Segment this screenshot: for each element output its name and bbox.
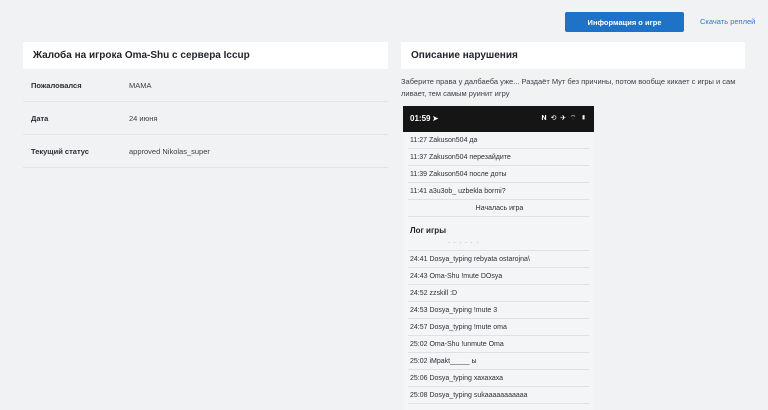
info-row-date: Дата 24 июня	[23, 102, 388, 135]
violation-description: Заберите права у далбаеба уже... Раздаёт…	[401, 77, 736, 98]
chat-message: 11:27 Zakuson504 да	[408, 132, 589, 149]
complaint-title: Жалоба на игрока Oma-Shu с сервера Iccup	[33, 50, 250, 61]
info-value: MAMA	[129, 81, 152, 90]
log-entry: 24:57 Dosya_typing !mute oma	[408, 319, 589, 336]
complaint-info-table: Пожаловался MAMA Дата 24 июня Текущий ст…	[23, 69, 388, 168]
chat-message: 11:37 Zakuson504 перезайдите	[408, 149, 589, 166]
chat-message: 11:39 Zakuson504 после доты	[408, 166, 589, 183]
info-label: Текущий статус	[31, 147, 89, 156]
download-replay-link[interactable]: Скачать реплей	[700, 12, 755, 32]
chat-list: 11:27 Zakuson504 да 11:37 Zakuson504 пер…	[403, 132, 594, 404]
info-value: approved Nikolas_super	[129, 147, 210, 156]
phone-status-bar: 01:59 ➤ 𝐍 ⟲ ✈ ⌔ ▮	[403, 106, 594, 132]
info-label: Пожаловался	[31, 81, 82, 90]
info-value: 24 июня	[129, 114, 158, 123]
log-entry: 25:02 Oma-Shu !unmute Oma	[408, 336, 589, 353]
violation-title: Описание нарушения	[411, 50, 518, 61]
log-entry: 25:06 Dosya_typing хахахаха	[408, 370, 589, 387]
top-actions: Информация о игре Скачать реплей	[0, 12, 768, 32]
chat-message: 11:41 a3u3ob_ uzbekla bormi?	[408, 183, 589, 200]
info-label: Дата	[31, 114, 49, 123]
status-icons: 𝐍 ⟲ ✈ ⌔ ▮	[541, 115, 587, 122]
log-entry: 24:41 Dosya_typing rebyata ostarojna\	[408, 251, 589, 268]
info-row-status: Текущий статус approved Nikolas_super	[23, 135, 388, 168]
clipped-line: · · · · · ·	[408, 240, 589, 251]
log-title: Лог игры	[410, 226, 447, 235]
log-entry: 24:43 Oma-Shu !mute DOsya	[408, 268, 589, 285]
navigation-arrow-icon: ➤	[432, 114, 439, 123]
log-entry: 25:08 Dosya_typing sukaaaaaaaaaaa	[408, 387, 589, 404]
game-started-label: Началась игра	[408, 200, 589, 217]
log-entry: 24:52 zzskill :D	[408, 285, 589, 302]
evidence-screenshot[interactable]: 01:59 ➤ 𝐍 ⟲ ✈ ⌔ ▮ 11:27 Zakuson504 да 11…	[403, 106, 594, 410]
violation-header: Описание нарушения	[401, 42, 745, 69]
info-row-reporter: Пожаловался MAMA	[23, 69, 388, 102]
complaint-header: Жалоба на игрока Oma-Shu с сервера Iccup	[23, 42, 388, 69]
phone-time: 01:59	[410, 114, 431, 123]
game-info-button[interactable]: Информация о игре	[565, 12, 684, 32]
log-entry: 25:02 iMpakt_____ ы	[408, 353, 589, 370]
log-entry: 24:53 Dosya_typing !mute 3	[408, 302, 589, 319]
